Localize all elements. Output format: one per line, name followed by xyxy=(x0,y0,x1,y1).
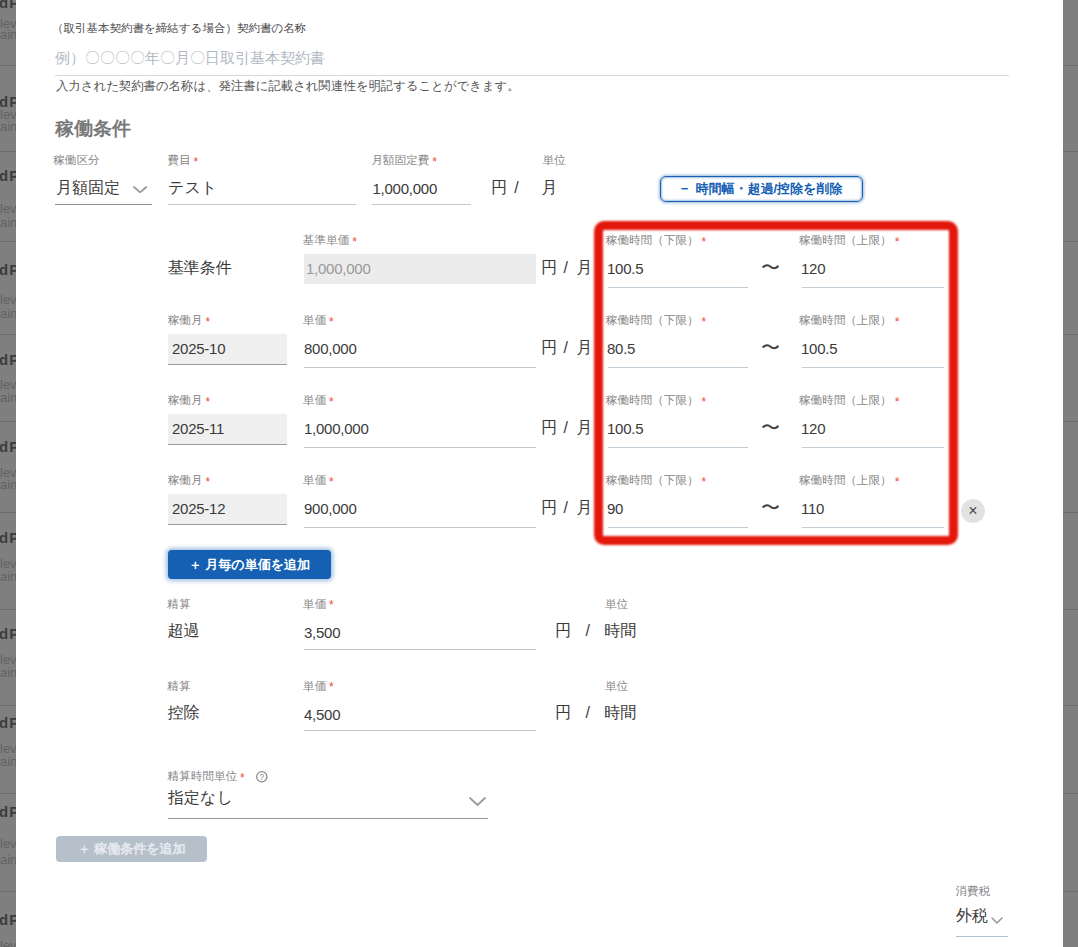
svg-text:?: ? xyxy=(260,773,265,782)
